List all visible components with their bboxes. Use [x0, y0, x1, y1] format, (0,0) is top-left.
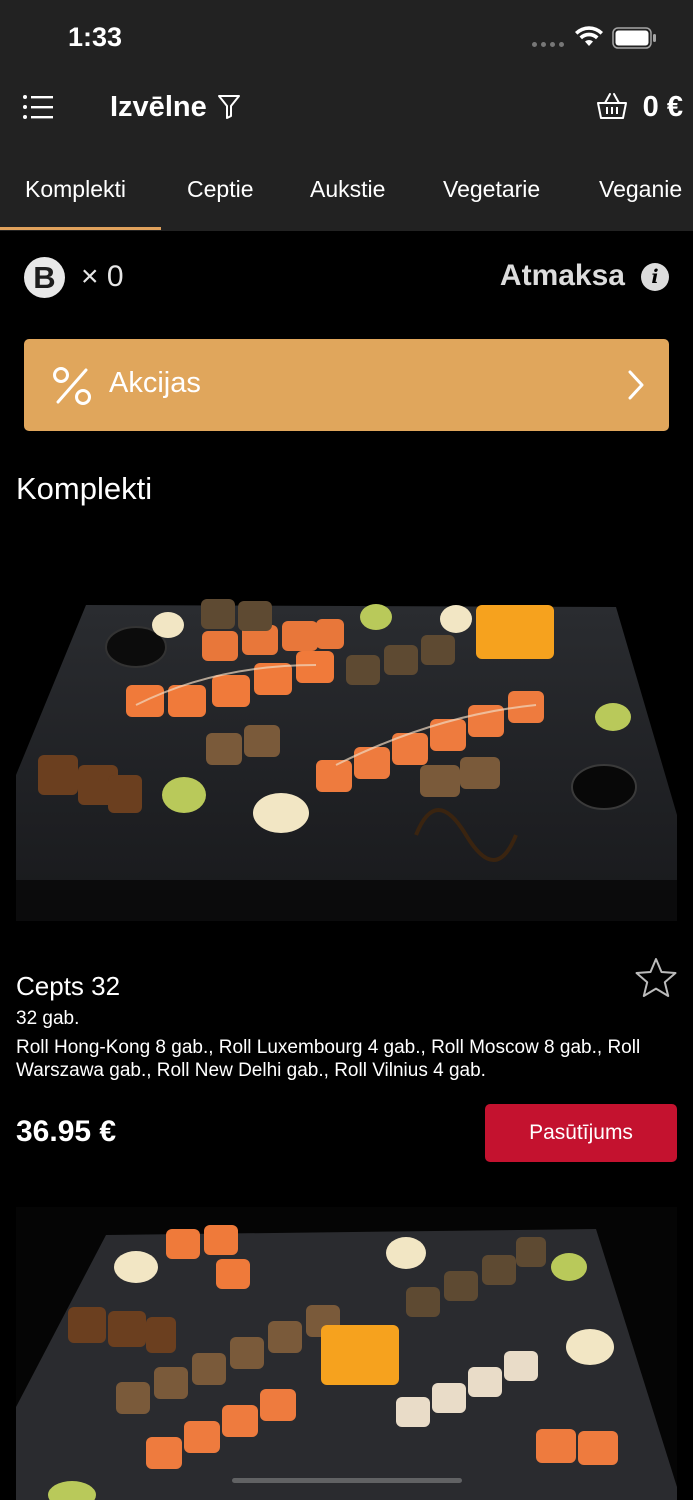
menu-list-icon[interactable] [22, 94, 54, 120]
basket-icon[interactable] [596, 91, 628, 121]
status-time: 1:33 [68, 22, 123, 52]
section-title: Komplekti [16, 471, 153, 506]
chevron-right-icon [628, 370, 644, 400]
tab-vegetarie[interactable]: Vegetarie [443, 176, 540, 203]
order-button[interactable]: Pasūtījums [485, 1104, 677, 1162]
tab-ceptie[interactable]: Ceptie [187, 176, 253, 203]
percent-icon [53, 367, 91, 405]
active-tab-indicator [0, 227, 161, 230]
signal-icon [532, 42, 564, 47]
refund-label[interactable]: Atmaksa [500, 259, 625, 293]
category-tabs: Komplekti Ceptie Aukstie Vegetarie Vegan… [0, 158, 693, 231]
bonus-count: × 0 [81, 260, 124, 293]
product-image[interactable] [16, 535, 677, 921]
bonus-coin-icon: B [24, 257, 65, 298]
page-title: Izvēlne [110, 91, 207, 123]
promo-label: Akcijas [109, 367, 201, 399]
favorite-star-icon[interactable] [634, 957, 678, 999]
wifi-icon [575, 26, 603, 46]
info-icon[interactable]: i [641, 263, 669, 291]
cart-total[interactable]: 0 € [643, 91, 683, 124]
product-image[interactable] [16, 1207, 677, 1500]
tab-aukstie[interactable]: Aukstie [310, 176, 385, 203]
product-quantity: 32 gab. [16, 1008, 80, 1029]
home-indicator [232, 1478, 462, 1483]
promo-banner[interactable]: Akcijas [24, 339, 669, 431]
product-name[interactable]: Cepts 32 [16, 971, 120, 1002]
top-bar: 1:33 Izvēlne 0 € Komplekti Ceptie Auksti… [0, 0, 693, 231]
tab-veganie[interactable]: Veganie [599, 176, 682, 203]
filter-icon[interactable] [217, 94, 241, 120]
tab-komplekti[interactable]: Komplekti [25, 176, 126, 203]
battery-icon [612, 27, 656, 49]
product-description: Roll Hong-Kong 8 gab., Roll Luxembourg 4… [16, 1037, 641, 1081]
product-price: 36.95 € [16, 1115, 117, 1148]
